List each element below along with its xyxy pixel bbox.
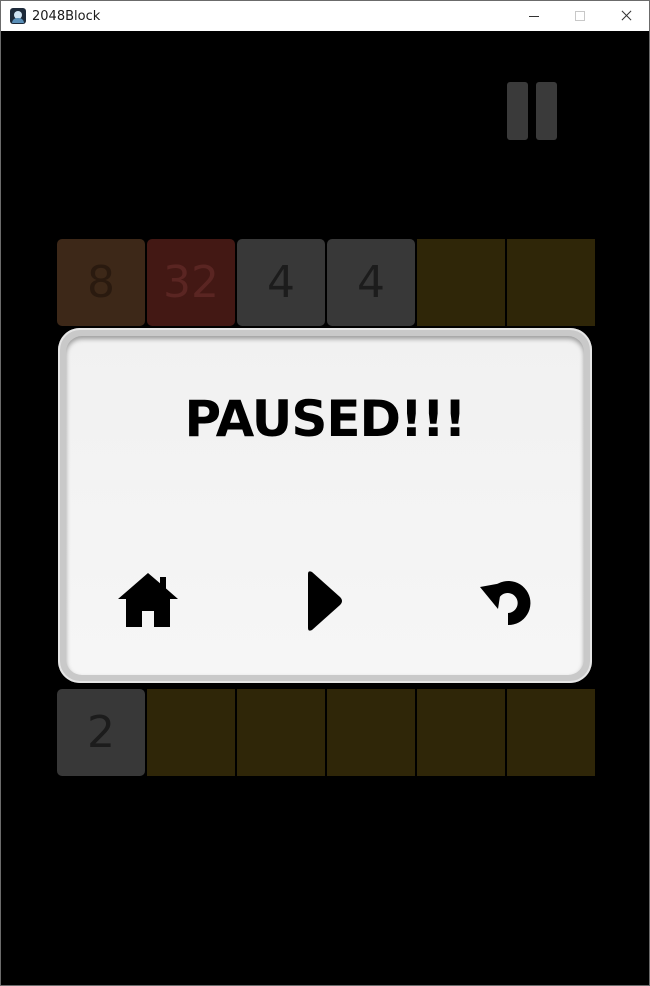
empty-cell: [147, 689, 235, 776]
empty-cell: [417, 239, 505, 326]
play-button[interactable]: [296, 569, 360, 633]
close-button[interactable]: [603, 1, 649, 31]
minimize-button[interactable]: [511, 1, 557, 31]
app-icon: [10, 8, 26, 24]
paused-title: PAUSED!!!: [184, 390, 467, 448]
empty-cell: [327, 689, 415, 776]
tile-32: 32: [147, 239, 235, 326]
window-title: 2048Block: [32, 8, 101, 24]
app-window: 2048Block 8 32 4 4 2 PAUSED!!!: [0, 0, 650, 986]
restart-icon: [480, 581, 531, 626]
maximize-button[interactable]: [557, 1, 603, 31]
empty-cell: [417, 689, 505, 776]
restart-button[interactable]: [476, 569, 540, 633]
home-button[interactable]: [116, 569, 180, 633]
tile-8: 8: [57, 239, 145, 326]
pause-button[interactable]: [507, 82, 559, 140]
title-bar[interactable]: 2048Block: [1, 1, 649, 31]
pause-dialog-panel: PAUSED!!!: [66, 336, 584, 675]
home-icon: [118, 573, 178, 627]
pause-icon: [507, 82, 528, 140]
pause-icon: [536, 82, 557, 140]
pause-dialog: PAUSED!!!: [58, 328, 592, 683]
tile-4: 4: [237, 239, 325, 326]
tile-2: 2: [57, 689, 145, 776]
empty-cell: [507, 689, 595, 776]
empty-cell: [507, 239, 595, 326]
tile-4: 4: [327, 239, 415, 326]
window-controls: [511, 1, 649, 31]
empty-cell: [237, 689, 325, 776]
game-area: 8 32 4 4 2 PAUSED!!!: [1, 31, 649, 985]
play-icon: [308, 571, 342, 631]
